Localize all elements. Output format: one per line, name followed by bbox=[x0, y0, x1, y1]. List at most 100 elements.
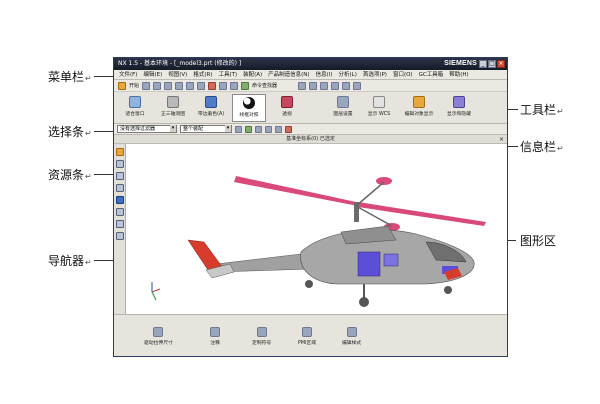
minimize-button[interactable]: _ bbox=[479, 60, 487, 68]
callout-resourcebar: 资源条↵ bbox=[48, 168, 92, 182]
edit-object-display-button[interactable]: 编辑对象显示 bbox=[402, 94, 436, 122]
callout-toolbar: 工具栏↵ bbox=[520, 103, 564, 117]
toolbar-extra-icon[interactable] bbox=[331, 81, 340, 90]
undo-icon[interactable] bbox=[219, 81, 228, 90]
menu-gc-toolbox[interactable]: GC工具箱 bbox=[416, 70, 447, 79]
command-finder-icon[interactable] bbox=[241, 81, 250, 90]
pmi-toolbar: 驱动拉伸尺寸 注释 定制符号 PMI区域 编辑样式 bbox=[114, 314, 507, 356]
layer-settings-label: 图层设置 bbox=[333, 112, 353, 117]
graphics-window[interactable] bbox=[126, 144, 507, 314]
snap-intersect-icon[interactable] bbox=[285, 125, 292, 133]
system-materials-icon[interactable] bbox=[115, 220, 124, 228]
perspective-label: 透视 bbox=[282, 112, 292, 117]
note-button[interactable]: 注释 bbox=[210, 327, 220, 346]
title-bar: NX 1.5 - 基本环境 - [_model3.prt (修改的) ] SIE… bbox=[114, 58, 507, 70]
start-icon[interactable] bbox=[118, 81, 126, 90]
show-wcs-icon bbox=[373, 96, 385, 108]
layer-settings-button[interactable]: 图层设置 bbox=[326, 94, 360, 122]
assembly-navigator-icon[interactable] bbox=[115, 148, 124, 156]
note-icon bbox=[210, 327, 220, 337]
perspective-button[interactable]: 透视 bbox=[270, 94, 304, 122]
toolbar-extra-icon[interactable] bbox=[320, 81, 329, 90]
show-hide-icon bbox=[453, 96, 465, 108]
wireframe-contrast-label: 线框对照 bbox=[239, 113, 259, 118]
menu-format[interactable]: 格式(R) bbox=[190, 70, 215, 79]
menu-help[interactable]: 帮助(H) bbox=[446, 70, 471, 79]
fit-window-label: 适合窗口 bbox=[125, 112, 145, 117]
edit-style-label: 编辑样式 bbox=[342, 341, 362, 346]
menu-view[interactable]: 视图(V) bbox=[165, 70, 190, 79]
trimetric-button[interactable]: 正三轴测图 bbox=[156, 94, 190, 122]
menu-preferences[interactable]: 首选项(P) bbox=[360, 70, 390, 79]
snap-center-icon[interactable] bbox=[275, 125, 282, 133]
fit-window-button[interactable]: 适合窗口 bbox=[118, 94, 152, 122]
toolbar-extra-icon[interactable] bbox=[309, 81, 318, 90]
snap-end-icon[interactable] bbox=[255, 125, 262, 133]
cut-icon[interactable] bbox=[175, 81, 184, 90]
new-file-icon[interactable] bbox=[142, 81, 151, 90]
type-filter-select[interactable]: 没有选择过滤器 bbox=[117, 125, 177, 133]
snap-icon[interactable] bbox=[235, 125, 242, 133]
copy-icon[interactable] bbox=[186, 81, 195, 90]
main-rotor-blade bbox=[234, 176, 358, 206]
show-hide-label: 显示和隐藏 bbox=[447, 112, 471, 117]
shaded-with-edges-icon bbox=[205, 96, 217, 108]
web-browser-icon[interactable] bbox=[115, 196, 124, 204]
callout-navigator: 导航器↵ bbox=[48, 254, 92, 268]
triad-x-axis bbox=[151, 288, 161, 293]
start-label[interactable]: 开始 bbox=[129, 82, 139, 89]
app-window: NX 1.5 - 基本环境 - [_model3.prt (修改的) ] SIE… bbox=[113, 57, 508, 357]
selection-scope-select[interactable]: 整个装配 bbox=[180, 125, 232, 133]
menu-edit[interactable]: 编辑(E) bbox=[140, 70, 165, 79]
shaded-with-edges-label: 带边着色(A) bbox=[197, 112, 225, 117]
toolbar-extra-icon[interactable] bbox=[342, 81, 351, 90]
standard-toolbar: 开始 命令查找器 bbox=[114, 80, 507, 92]
show-hide-button[interactable]: 显示和隐藏 bbox=[442, 94, 476, 122]
rotor-linkage bbox=[355, 181, 385, 207]
pmi-region-button[interactable]: PMI区域 bbox=[298, 327, 316, 346]
save-icon[interactable] bbox=[164, 81, 173, 90]
show-wcs-button[interactable]: 显示 WCS bbox=[362, 94, 396, 122]
delete-icon[interactable] bbox=[208, 81, 217, 90]
reuse-library-icon[interactable] bbox=[115, 184, 124, 192]
snap-mid-icon[interactable] bbox=[265, 125, 272, 133]
command-finder-label[interactable]: 命令查找器 bbox=[252, 82, 277, 89]
wireframe-contrast-button[interactable]: 线框对照 bbox=[232, 94, 266, 122]
edit-object-display-label: 编辑对象显示 bbox=[404, 112, 434, 117]
history-icon[interactable] bbox=[115, 208, 124, 216]
cue-close-icon[interactable]: × bbox=[499, 135, 504, 144]
part-navigator-icon[interactable] bbox=[115, 172, 124, 180]
rapid-dimension-button[interactable]: 驱动拉伸尺寸 bbox=[144, 327, 173, 346]
side-window bbox=[383, 253, 399, 267]
menu-assembly[interactable]: 装配(A) bbox=[240, 70, 265, 79]
toolbar-extra-icon[interactable] bbox=[353, 81, 362, 90]
note-label: 注释 bbox=[210, 341, 220, 346]
menu-pmi[interactable]: 产品制造信息(N) bbox=[265, 70, 312, 79]
triad-y-axis bbox=[151, 291, 157, 301]
redo-icon[interactable] bbox=[230, 81, 239, 90]
menu-tools[interactable]: 工具(T) bbox=[215, 70, 240, 79]
window-title: NX 1.5 - 基本环境 - [_model3.prt (修改的) ] bbox=[118, 60, 242, 67]
maximize-button[interactable]: □ bbox=[488, 60, 496, 68]
menu-window[interactable]: 窗口(O) bbox=[390, 70, 416, 79]
cue-line: 基准坐标系(0) 已选定 × bbox=[114, 135, 507, 144]
menu-information[interactable]: 信息(I) bbox=[313, 70, 336, 79]
layer-settings-icon bbox=[337, 96, 349, 108]
window-controls: _ □ × bbox=[479, 60, 505, 68]
edit-style-icon bbox=[346, 327, 357, 337]
close-button[interactable]: × bbox=[497, 60, 505, 68]
edit-style-button[interactable]: 编辑样式 bbox=[342, 327, 361, 346]
roles-icon[interactable] bbox=[115, 232, 124, 240]
rotor-blade-tip bbox=[376, 177, 392, 185]
open-file-icon[interactable] bbox=[153, 81, 162, 90]
main-rotor-blade bbox=[358, 202, 486, 226]
paste-icon[interactable] bbox=[197, 81, 206, 90]
snap-point-icon[interactable] bbox=[245, 125, 252, 133]
constraint-navigator-icon[interactable] bbox=[115, 160, 124, 168]
custom-symbol-button[interactable]: 定制符号 bbox=[252, 327, 271, 346]
menu-analysis[interactable]: 分析(L) bbox=[335, 70, 359, 79]
menu-file[interactable]: 文件(F) bbox=[116, 70, 140, 79]
shaded-with-edges-button[interactable]: 带边着色(A) bbox=[194, 94, 228, 122]
toolbar-extra-icon[interactable] bbox=[298, 81, 307, 90]
landing-wheel bbox=[444, 286, 452, 294]
